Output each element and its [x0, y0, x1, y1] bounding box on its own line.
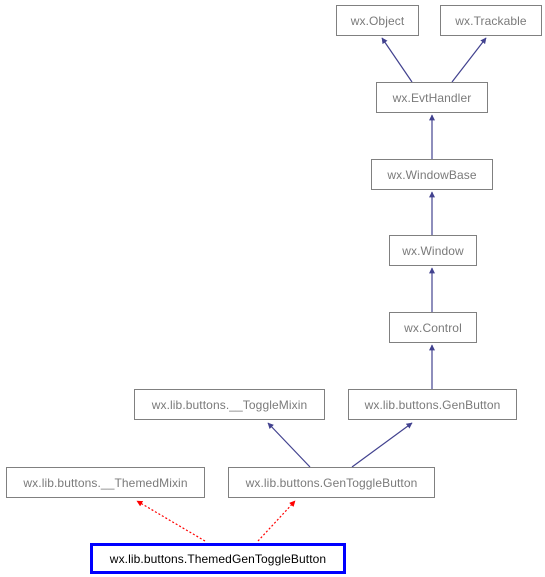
class-node-wx-window[interactable]: wx.Window	[389, 235, 477, 266]
class-node-wx-object[interactable]: wx.Object	[336, 5, 419, 36]
class-node-label: wx.WindowBase	[387, 167, 477, 182]
class-node-label: wx.lib.buttons.__ToggleMixin	[151, 397, 308, 412]
class-inheritance-diagram: wx.Object wx.Trackable wx.EvtHandler wx.…	[0, 0, 545, 577]
class-node-label: wx.lib.buttons.GenToggleButton	[245, 475, 418, 490]
edge-themedgentoggle-to-themedmixin	[136, 500, 206, 542]
edge-gentogglebutton-to-togglemixin	[267, 422, 311, 468]
class-node-label: wx.Control	[404, 320, 462, 335]
class-node-label: wx.Trackable	[455, 13, 527, 28]
class-node-label: wx.Window	[402, 243, 464, 258]
class-node-label: wx.Object	[350, 13, 405, 28]
class-node-label: wx.EvtHandler	[392, 90, 472, 105]
class-node-label: wx.lib.buttons.ThemedGenToggleButton	[109, 551, 327, 566]
class-node-gentogglebutton[interactable]: wx.lib.buttons.GenToggleButton	[228, 467, 435, 498]
edge-evthandler-to-object	[381, 37, 413, 83]
edge-themedgentoggle-to-gentogglebutton	[257, 500, 296, 542]
class-node-themedmixin[interactable]: wx.lib.buttons.__ThemedMixin	[6, 467, 205, 498]
class-node-label: wx.lib.buttons.GenButton	[364, 397, 501, 412]
class-node-wx-windowbase[interactable]: wx.WindowBase	[371, 159, 493, 190]
class-node-wx-trackable[interactable]: wx.Trackable	[440, 5, 542, 36]
class-node-wx-evthandler[interactable]: wx.EvtHandler	[376, 82, 488, 113]
class-node-wx-control[interactable]: wx.Control	[389, 312, 477, 343]
class-node-label: wx.lib.buttons.__ThemedMixin	[23, 475, 188, 490]
class-node-themedgentogglebutton[interactable]: wx.lib.buttons.ThemedGenToggleButton	[90, 543, 346, 574]
class-node-genbutton[interactable]: wx.lib.buttons.GenButton	[348, 389, 517, 420]
edge-evthandler-to-trackable	[451, 37, 487, 83]
edge-gentogglebutton-to-genbutton	[351, 422, 413, 468]
class-node-togglemixin[interactable]: wx.lib.buttons.__ToggleMixin	[134, 389, 325, 420]
